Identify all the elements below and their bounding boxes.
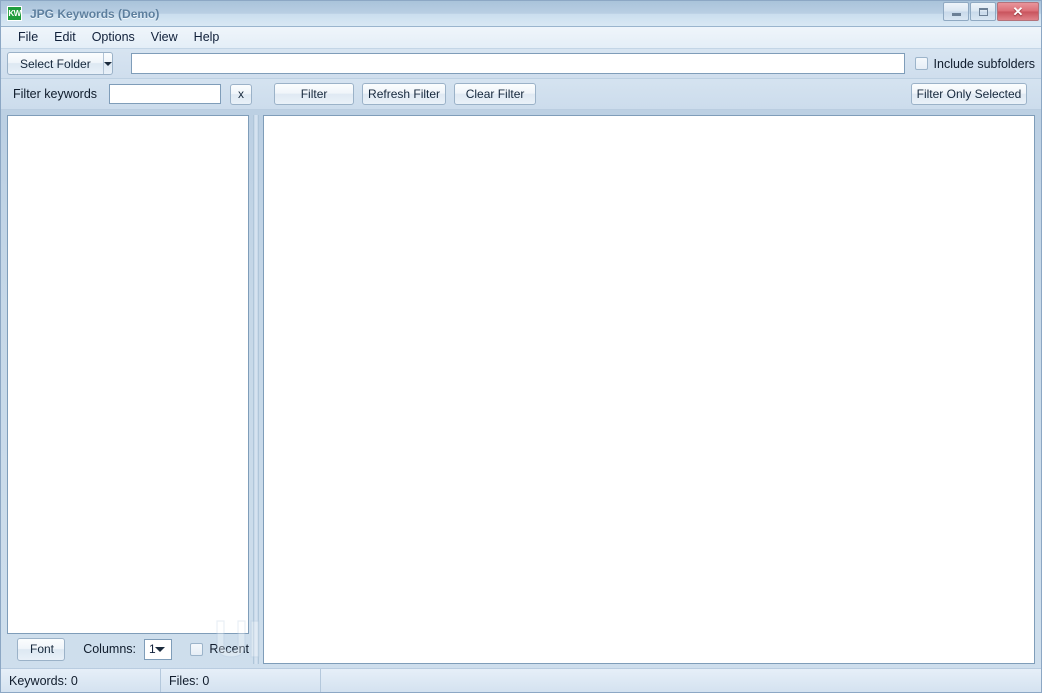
menu-item-edit[interactable]: Edit xyxy=(46,28,84,47)
font-button[interactable]: Font xyxy=(17,637,66,661)
menu-bar: File Edit Options View Help xyxy=(1,27,1041,49)
status-spacer xyxy=(321,669,1041,692)
recent-checkbox-group[interactable]: Recent xyxy=(190,642,249,656)
filter-button[interactable]: Filter xyxy=(274,83,355,105)
app-icon: KW xyxy=(7,6,22,21)
clear-keywords-button[interactable]: x xyxy=(230,83,253,105)
file-list[interactable] xyxy=(263,115,1035,664)
select-folder-dropdown-button[interactable] xyxy=(102,53,112,74)
columns-select[interactable]: 1 xyxy=(144,638,173,660)
refresh-filter-button[interactable]: Refresh Filter xyxy=(362,83,447,105)
select-folder-button[interactable]: Select Folder xyxy=(7,52,113,75)
select-folder-label: Select Folder xyxy=(20,56,91,71)
pane-splitter[interactable] xyxy=(249,115,263,664)
folder-path-input[interactable] xyxy=(131,53,905,74)
status-bar: Keywords: 0 Files: 0 xyxy=(1,668,1041,692)
application-window: KW JPG Keywords (Demo) ✕ File Edit Optio… xyxy=(0,0,1042,693)
menu-item-options[interactable]: Options xyxy=(84,28,143,47)
chevron-down-icon xyxy=(103,61,112,66)
menu-item-view[interactable]: View xyxy=(143,28,186,47)
include-subfolders-checkbox-group[interactable]: Include subfolders xyxy=(914,56,1035,71)
filter-keywords-input[interactable] xyxy=(109,84,222,104)
keywords-pane-toolbar: Font Columns: 1 Recent xyxy=(7,634,249,664)
filter-button-group: Filter Refresh Filter Clear Filter xyxy=(274,83,537,105)
close-button[interactable]: ✕ xyxy=(997,2,1039,21)
font-button-label: Font xyxy=(30,642,55,656)
filter-keywords-label: Filter keywords xyxy=(13,87,98,101)
main-content: Font Columns: 1 Recent xyxy=(1,110,1041,668)
keyword-list[interactable] xyxy=(7,115,249,634)
maximize-button[interactable] xyxy=(970,2,996,21)
recent-label: Recent xyxy=(209,642,249,656)
folder-toolbar: Select Folder Include subfolders xyxy=(1,49,1041,79)
title-bar: KW JPG Keywords (Demo) ✕ xyxy=(1,1,1041,27)
menu-item-file[interactable]: File xyxy=(10,28,46,47)
window-controls: ✕ xyxy=(943,2,1039,21)
status-files-count: Files: 0 xyxy=(161,669,321,692)
files-pane xyxy=(263,115,1035,664)
splitter-grip xyxy=(253,115,259,664)
include-subfolders-label: Include subfolders xyxy=(933,56,1035,71)
keywords-pane: Font Columns: 1 Recent xyxy=(7,115,249,664)
clear-filter-button[interactable]: Clear Filter xyxy=(454,83,537,105)
menu-item-help[interactable]: Help xyxy=(186,28,228,47)
close-icon: ✕ xyxy=(1012,4,1024,19)
filter-only-selected-button[interactable]: Filter Only Selected xyxy=(911,83,1027,105)
maximize-icon xyxy=(978,7,988,16)
window-title: JPG Keywords (Demo) xyxy=(30,6,160,21)
filter-toolbar: Filter keywords x Filter Refresh Filter … xyxy=(1,79,1041,110)
status-keywords-count: Keywords: 0 xyxy=(1,669,161,692)
recent-checkbox[interactable] xyxy=(190,642,204,656)
columns-label: Columns: xyxy=(83,642,136,656)
chevron-down-icon xyxy=(155,646,166,652)
include-subfolders-checkbox[interactable] xyxy=(914,57,928,70)
minimize-button[interactable] xyxy=(943,2,969,21)
minimize-icon xyxy=(951,13,961,16)
